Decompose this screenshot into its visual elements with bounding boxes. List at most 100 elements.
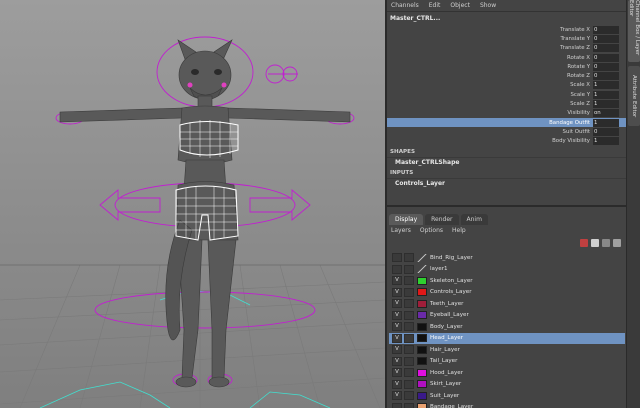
attr-value[interactable]: 1 [593, 118, 619, 127]
object-name[interactable]: Master_CTRL... [387, 12, 626, 24]
playback-toggle[interactable] [404, 345, 414, 355]
visibility-toggle[interactable] [392, 264, 402, 274]
layer-color-swatch[interactable] [417, 288, 427, 297]
layer-color-swatch[interactable] [417, 311, 427, 320]
layer-row[interactable]: Bandage_Layer [389, 402, 625, 408]
layer-name[interactable]: Skirt_Layer [430, 381, 461, 387]
playback-toggle[interactable] [404, 391, 414, 401]
layer-name[interactable]: Head_Layer [430, 335, 463, 341]
attr-bandage-outfit[interactable]: Bandage Outfit 1 [387, 117, 626, 128]
attr-scale-y[interactable]: Scale Y1 [387, 90, 626, 99]
playback-toggle[interactable] [404, 276, 414, 286]
playback-toggle[interactable] [404, 356, 414, 366]
sort-layers-icon[interactable] [613, 239, 621, 247]
attr-rotate-z[interactable]: Rotate Z0 [387, 71, 626, 81]
attr-value[interactable]: 1 [593, 137, 619, 146]
tab-render[interactable]: Render [425, 214, 459, 225]
layer-name[interactable]: Teeth_Layer [430, 301, 463, 307]
layer-row[interactable]: V Teeth_Layer [389, 298, 625, 310]
visibility-toggle[interactable] [392, 253, 402, 263]
attr-value[interactable]: 1 [593, 100, 619, 109]
visibility-toggle[interactable]: V [392, 368, 402, 378]
playback-toggle[interactable] [404, 264, 414, 274]
visibility-toggle[interactable]: V [392, 333, 402, 343]
visibility-toggle[interactable]: V [392, 322, 402, 332]
playback-toggle[interactable] [404, 299, 414, 309]
layer-name[interactable]: Eyeball_Layer [430, 312, 469, 318]
layer-color-swatch[interactable] [417, 368, 427, 377]
layer-row[interactable]: V Tail_Layer [389, 356, 625, 368]
menu-help[interactable]: Help [452, 227, 466, 234]
layer-name[interactable]: Hood_Layer [430, 370, 463, 376]
attr-value[interactable]: 0 [593, 72, 619, 81]
layer-color-swatch[interactable] [417, 403, 427, 408]
attr-value[interactable]: 0 [593, 34, 619, 43]
visibility-toggle[interactable]: V [392, 379, 402, 389]
layer-color-swatch[interactable] [417, 345, 427, 354]
layer-row[interactable]: V Controls_Layer [389, 287, 625, 299]
attr-visibility[interactable]: Visibility on [387, 109, 626, 118]
layer-row[interactable]: V Hair_Layer [389, 344, 625, 356]
attr-value[interactable]: 1 [593, 90, 619, 99]
attr-scale-x[interactable]: Scale X1 [387, 81, 626, 90]
layer-color-swatch[interactable] [417, 253, 427, 262]
layer-row[interactable]: V Skirt_Layer [389, 379, 625, 391]
layer-row[interactable]: V Body_Layer [389, 321, 625, 333]
visibility-toggle[interactable]: V [392, 299, 402, 309]
attr-rotate-x[interactable]: Rotate X0 [387, 53, 626, 62]
layer-row[interactable]: layer1 [389, 264, 625, 276]
attr-translate-z[interactable]: Translate Z0 [387, 44, 626, 53]
layer-color-swatch[interactable] [417, 265, 427, 274]
create-layer-from-selected-icon[interactable] [580, 239, 588, 247]
attr-scale-z[interactable]: Scale Z1 [387, 99, 626, 109]
layer-name[interactable]: Bind_Rig_Layer [430, 255, 473, 261]
tab-anim[interactable]: Anim [460, 214, 488, 225]
layer-color-swatch[interactable] [417, 322, 427, 331]
attr-body-visibility[interactable]: Body Visibility 1 [387, 137, 626, 146]
attr-value[interactable]: 0 [593, 62, 619, 71]
layer-name[interactable]: Suit_Layer [430, 393, 459, 399]
attr-value[interactable]: 0 [593, 53, 619, 62]
layer-row[interactable]: V Hood_Layer [389, 367, 625, 379]
playback-toggle[interactable] [404, 368, 414, 378]
menu-show[interactable]: Show [480, 2, 496, 9]
layer-name[interactable]: Hair_Layer [430, 347, 460, 353]
side-tab-channel-box[interactable]: Channel Box / Layer Editor [628, 0, 640, 62]
visibility-toggle[interactable]: V [392, 287, 402, 297]
playback-toggle[interactable] [404, 379, 414, 389]
layer-row[interactable]: V Suit_Layer [389, 390, 625, 402]
layer-row[interactable]: Bind_Rig_Layer [389, 252, 625, 264]
layer-name[interactable]: Skeleton_Layer [430, 278, 473, 284]
tab-display[interactable]: Display [389, 214, 424, 225]
visibility-toggle[interactable]: V [392, 356, 402, 366]
playback-toggle[interactable] [404, 310, 414, 320]
attr-value[interactable]: 0 [593, 25, 619, 34]
menu-object[interactable]: Object [450, 2, 470, 9]
visibility-toggle[interactable]: V [392, 310, 402, 320]
attr-translate-y[interactable]: Translate Y0 [387, 34, 626, 43]
layer-color-swatch[interactable] [417, 334, 427, 343]
layer-options-icon[interactable] [602, 239, 610, 247]
menu-options[interactable]: Options [420, 227, 443, 234]
layer-color-swatch[interactable] [417, 380, 427, 389]
layer-color-swatch[interactable] [417, 391, 427, 400]
layer-row[interactable]: V Head_Layer [389, 332, 625, 344]
layer-name[interactable]: Controls_Layer [430, 289, 472, 295]
menu-layers[interactable]: Layers [391, 227, 411, 234]
layer-name[interactable]: Body_Layer [430, 324, 463, 330]
menu-channels[interactable]: Channels [391, 2, 419, 9]
attr-value[interactable]: 0 [593, 127, 619, 136]
layer-name[interactable]: layer1 [430, 266, 448, 272]
visibility-toggle[interactable]: V [392, 391, 402, 401]
layer-name[interactable]: Bandage_Layer [430, 404, 473, 408]
attr-rotate-y[interactable]: Rotate Y0 [387, 62, 626, 71]
viewport-3d[interactable] [0, 0, 385, 408]
layer-name[interactable]: Tail_Layer [430, 358, 457, 364]
layer-color-swatch[interactable] [417, 299, 427, 308]
input-node[interactable]: Controls_Layer [387, 177, 626, 188]
panel-divider[interactable] [387, 205, 627, 207]
attr-suit-outfit[interactable]: Suit Outfit 0 [387, 127, 626, 136]
menu-edit[interactable]: Edit [429, 2, 441, 9]
playback-toggle[interactable] [404, 322, 414, 332]
visibility-toggle[interactable]: V [392, 276, 402, 286]
